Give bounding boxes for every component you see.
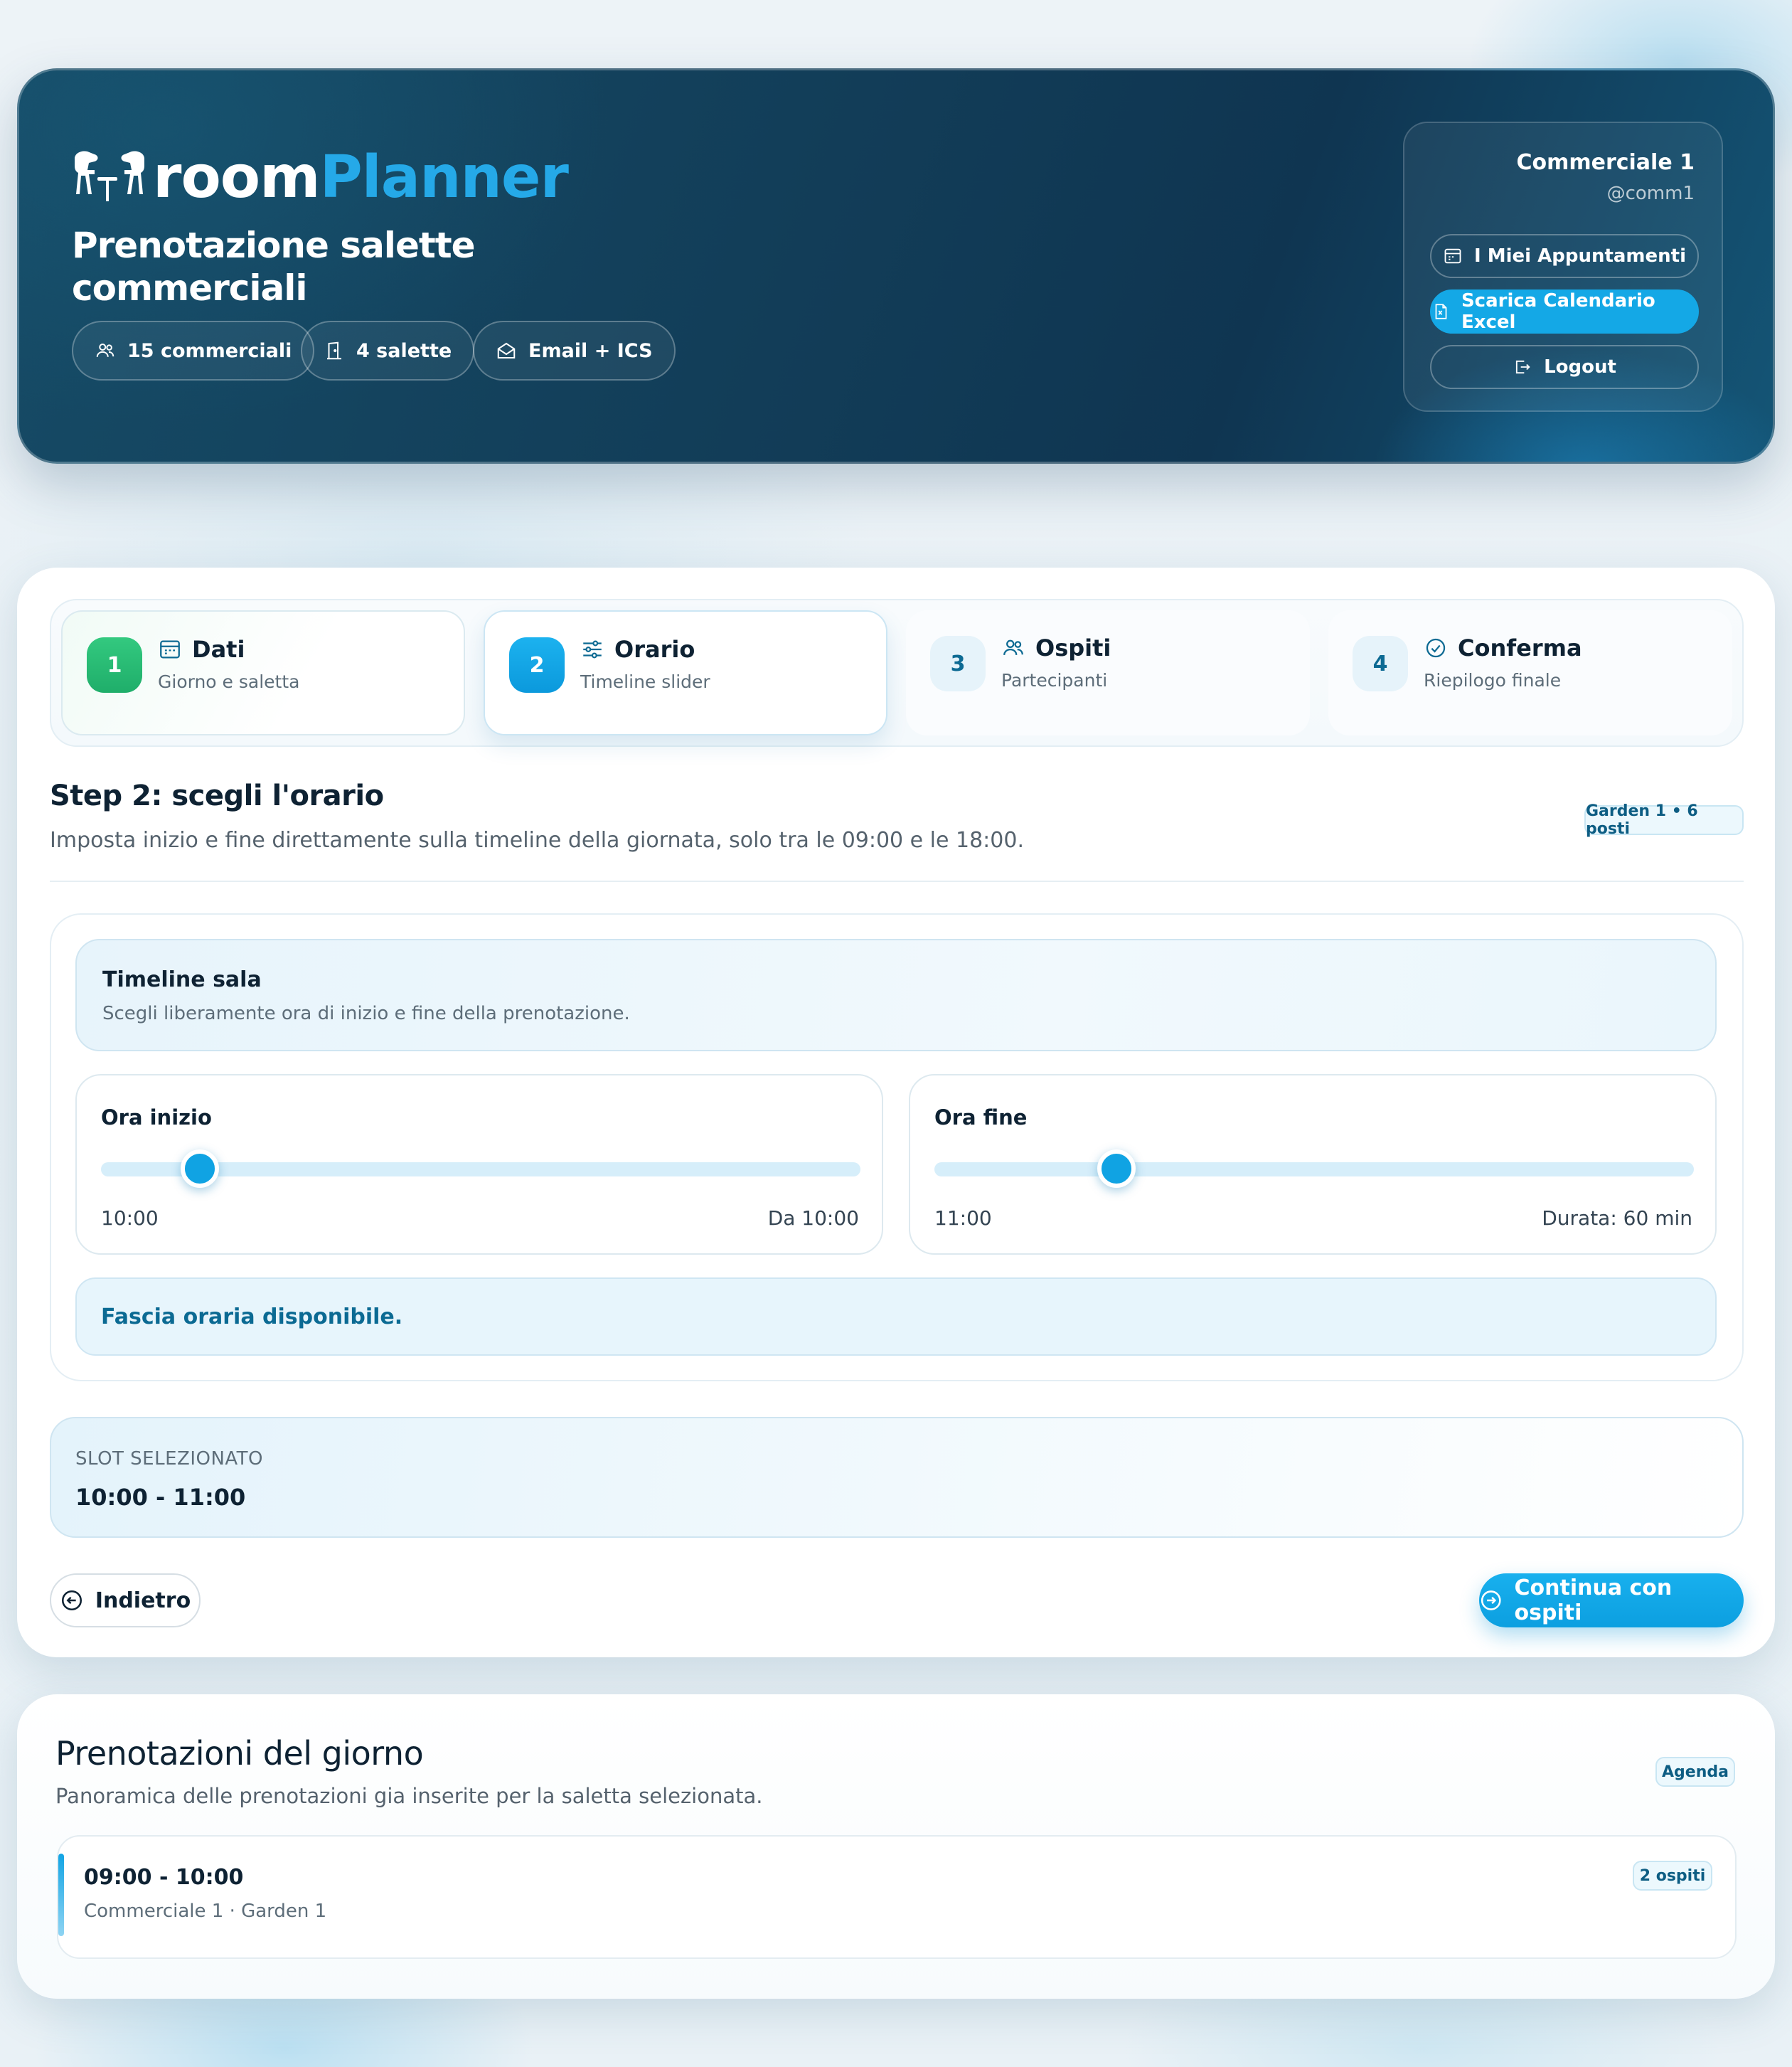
back-label: Indietro: [95, 1588, 191, 1613]
room-badge: Garden 1 • 6 posti: [1584, 802, 1744, 838]
end-time-label: Ora fine: [934, 1105, 1028, 1130]
chip-label: 4 salette: [356, 339, 452, 362]
step-dati[interactable]: 1 Dati Giorno e saletta: [61, 610, 465, 735]
app-logo: roomPlanner: [70, 142, 569, 213]
chip-label: Email + ICS: [528, 339, 653, 362]
step-subtitle: Giorno e saletta: [158, 671, 300, 692]
logo-text-room: room: [153, 143, 321, 211]
excel-file-icon: [1435, 304, 1447, 319]
start-time-from: Da 10:00: [767, 1206, 859, 1230]
agenda-badge: Agenda: [1655, 1757, 1735, 1787]
step-number: 4: [1353, 636, 1408, 691]
continue-label: Continua con ospiti: [1514, 1576, 1673, 1625]
step-title: Dati: [192, 636, 245, 663]
selected-slot-label: SLOT SELEZIONATO: [75, 1448, 264, 1470]
step-ospiti[interactable]: 3 Ospiti Partecipanti: [906, 610, 1310, 735]
users-icon: [1003, 639, 1023, 656]
chip-label: 15 commerciali: [127, 339, 292, 362]
start-time-slider-card: Ora inizio 10:00 Da 10:00: [75, 1074, 883, 1255]
timeline-subtitle: Scegli liberamente ora di inizio e fine …: [102, 1003, 630, 1024]
start-time-label: Ora inizio: [101, 1105, 212, 1130]
step-title: Ospiti: [1035, 634, 1111, 661]
booking-meta: Commerciale 1 · Garden 1: [84, 1901, 327, 1922]
sliders-icon: [583, 640, 602, 659]
users-icon: [96, 344, 114, 357]
bookings-subtitle: Panoramica delle prenotazioni gia inseri…: [55, 1784, 763, 1808]
door-icon: [327, 341, 341, 360]
chip-salette: 4 salette: [301, 321, 475, 381]
logout-button[interactable]: Logout: [1430, 345, 1699, 389]
user-name: Commerciale 1: [1516, 150, 1695, 175]
step-title: Conferma: [1458, 634, 1582, 661]
end-time-thumb[interactable]: [1097, 1149, 1136, 1188]
logo-text-planner: Planner: [319, 143, 569, 211]
download-excel-button[interactable]: Scarica Calendario Excel: [1430, 289, 1699, 334]
step-title: Orario: [614, 636, 695, 663]
my-appointments-label: I Miei Appuntamenti: [1473, 245, 1687, 267]
logout-icon: [1515, 360, 1530, 374]
arrow-left-circle-icon: [61, 1590, 82, 1611]
calendar-icon: [160, 640, 180, 659]
timeline-title: Timeline sala: [102, 967, 262, 992]
selected-slot-value: 10:00 - 11:00: [75, 1484, 246, 1511]
duration-label: Durata: 60 min: [1542, 1206, 1692, 1230]
my-appointments-button[interactable]: I Miei Appuntamenti: [1430, 234, 1699, 278]
continue-guests-button[interactable]: Continua con ospiti: [1479, 1573, 1744, 1627]
hero-header: roomPlanner Prenotazione salette commerc…: [17, 68, 1775, 464]
step-subtitle: Riepilogo finale: [1424, 670, 1562, 691]
download-excel-label: Scarica Calendario Excel: [1461, 290, 1655, 333]
selected-slot-box: [50, 1417, 1744, 1538]
booking-accent-bar: [58, 1854, 64, 1936]
end-time-value: 11:00: [934, 1206, 992, 1230]
availability-message: Fascia oraria disponibile.: [75, 1277, 1717, 1356]
end-time-slider-card: Ora fine 11:00 Durata: 60 min: [909, 1074, 1717, 1255]
step-number: 3: [930, 636, 986, 691]
start-time-value: 10:00: [101, 1206, 159, 1230]
user-panel: Commerciale 1 @comm1 I Miei Appuntamenti…: [1403, 122, 1723, 412]
calendar-icon: [1444, 248, 1461, 264]
chip-email: Email + ICS: [473, 321, 676, 381]
bookings-title: Prenotazioni del giorno: [55, 1734, 424, 1773]
step-subtitle: Timeline slider: [580, 671, 710, 692]
step-orario[interactable]: 2 Orario Timeline slider: [484, 610, 887, 735]
section-description: Imposta inizio e fine direttamente sulla…: [50, 828, 1024, 853]
step-number: 1: [87, 637, 142, 693]
mail-icon: [497, 342, 516, 358]
chairs-logo-icon: [75, 151, 144, 201]
user-handle: @comm1: [1606, 183, 1695, 204]
logout-label: Logout: [1544, 356, 1616, 378]
timeline-header: [75, 939, 1717, 1051]
divider: [50, 881, 1744, 882]
back-button[interactable]: Indietro: [50, 1573, 201, 1627]
page-title: Prenotazione salette commerciali: [72, 225, 476, 309]
arrow-right-circle-icon: [1481, 1590, 1501, 1610]
booking-time: 09:00 - 10:00: [84, 1865, 244, 1890]
guests-badge: 2 ospiti: [1633, 1861, 1712, 1891]
step-number: 2: [509, 637, 565, 693]
step-conferma[interactable]: 4 Conferma Riepilogo finale: [1328, 610, 1732, 735]
step-subtitle: Partecipanti: [1001, 670, 1108, 691]
check-circle-icon: [1426, 638, 1446, 658]
start-time-thumb[interactable]: [180, 1149, 219, 1188]
booking-item[interactable]: 09:00 - 10:00 Commerciale 1 · Garden 1 2…: [57, 1835, 1737, 1959]
section-title: Step 2: scegli l'orario: [50, 780, 384, 812]
end-time-track[interactable]: [934, 1162, 1694, 1176]
chip-commerciali: 15 commerciali: [72, 321, 315, 381]
